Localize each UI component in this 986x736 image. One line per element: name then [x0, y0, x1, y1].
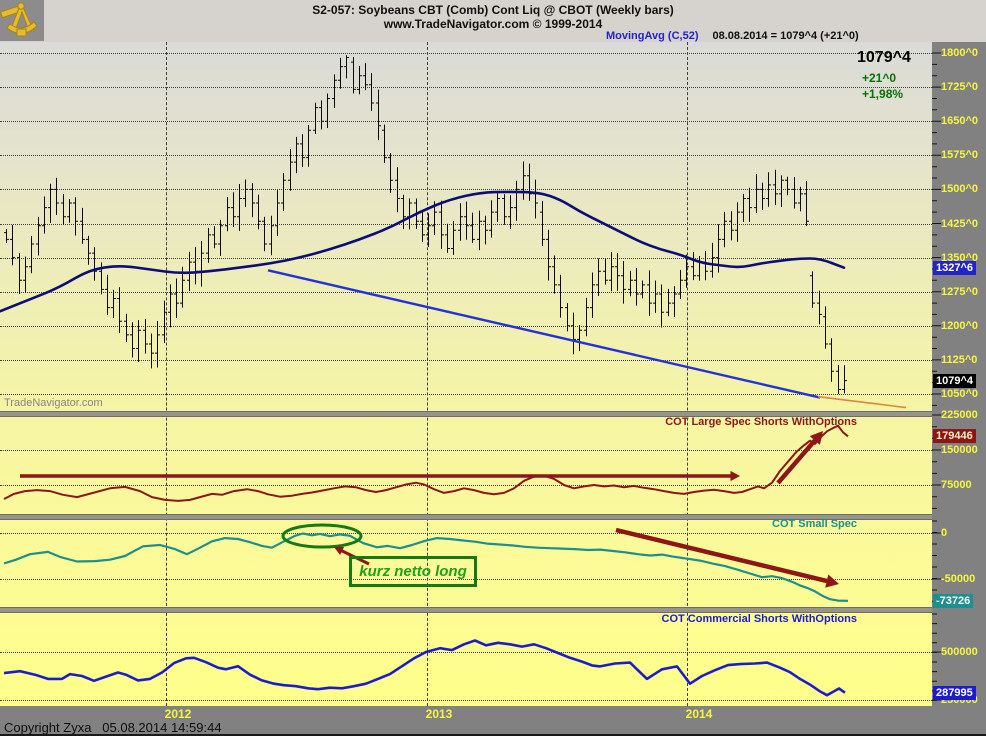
- y-axis-label: 150000: [941, 444, 978, 456]
- gridline-h: [0, 291, 932, 293]
- timestamp: 05.08.2014 14:59:44: [102, 720, 222, 735]
- y-axis-label: 1200^0: [941, 319, 979, 332]
- indicator-value: 08.08.2014 = 1079^4 (+21^0): [712, 30, 859, 42]
- small-spec-value-box: -73726: [933, 594, 974, 608]
- gridline-h: [0, 53, 932, 54]
- y-axis-label: 225000: [941, 409, 978, 421]
- commercial-value-box: 287995: [933, 686, 976, 700]
- gridline-h: [0, 533, 932, 534]
- y-axis-label: 0: [941, 527, 948, 539]
- watermark: TradeNavigator.com: [4, 397, 103, 409]
- indicator-name: MovingAvg (C,52): [606, 30, 699, 42]
- y-axis-label: 75000: [941, 479, 972, 491]
- copyright-text: Copyright Zyxa: [4, 720, 92, 735]
- y-axis-label: 1425^0: [941, 217, 979, 230]
- tradenavigator-chart-window: S2-057: Soybeans CBT (Comb) Cont Liq @ C…: [0, 0, 986, 736]
- y-axis-label: 1125^0: [941, 353, 978, 366]
- gridline-h: [0, 155, 932, 157]
- gridline-h: [0, 394, 932, 395]
- panel-title-large-spec: COT Large Spec Shorts WithOptions: [665, 416, 857, 428]
- last-price-display: 1079^4: [857, 49, 911, 66]
- year-label: 2014: [685, 707, 713, 721]
- y-axis-label: 1725^0: [941, 81, 979, 94]
- y-axis-label: -50000: [941, 572, 976, 585]
- y-axis-label: 1500^0: [941, 183, 979, 196]
- last-price-box: 1079^4: [933, 374, 977, 388]
- y-axis-label: 1575^0: [941, 149, 979, 162]
- panel-title-small-spec: COT Small Spec: [772, 518, 857, 530]
- chart-subtitle: www.TradeNavigator.com © 1999-2014: [383, 17, 603, 31]
- year-label: 2012: [164, 707, 192, 721]
- gridline-h: [0, 325, 932, 327]
- tradenavigator-logo: [0, 0, 44, 41]
- gridline-h: [0, 652, 932, 653]
- gridline-h: [0, 359, 932, 361]
- y-axis-label: 1650^0: [941, 115, 979, 128]
- gridline-h: [0, 450, 932, 451]
- price-change-percent: +1,98%: [862, 87, 904, 101]
- ma-value-box: 1327^6: [933, 261, 977, 275]
- gridline-h: [0, 257, 932, 259]
- panel-title-commercial: COT Commercial Shorts WithOptions: [661, 613, 857, 625]
- gridline-h: [0, 223, 932, 225]
- sextant-icon: [0, 1, 38, 37]
- y-axis-label: 1800^0: [941, 47, 979, 59]
- gridline-h: [0, 485, 932, 486]
- gridline-h: [0, 189, 932, 191]
- y-axis-label: 500000: [941, 646, 978, 658]
- time-axis: Copyright Zyxa 05.08.2014 14:59:44 2012 2…: [0, 706, 986, 736]
- large-spec-value-box: 179446: [933, 429, 976, 443]
- y-axis-label: 1050^0: [941, 388, 979, 400]
- gridline-h: [0, 700, 932, 701]
- y-axis-label: 1275^0: [941, 285, 979, 298]
- gridline-h: [0, 87, 932, 89]
- indicator-legend: MovingAvg (C,52) 08.08.2014 = 1079^4 (+21…: [606, 30, 859, 42]
- year-label: 2013: [425, 707, 453, 721]
- gridline-h: [0, 121, 932, 123]
- chart-title: S2-057: Soybeans CBT (Comb) Cont Liq @ C…: [312, 3, 674, 17]
- copyright-line: Copyright Zyxa 05.08.2014 14:59:44: [4, 720, 222, 735]
- annotation-kurz-netto-long: kurz netto long: [349, 556, 477, 587]
- price-change: +21^0: [862, 71, 897, 85]
